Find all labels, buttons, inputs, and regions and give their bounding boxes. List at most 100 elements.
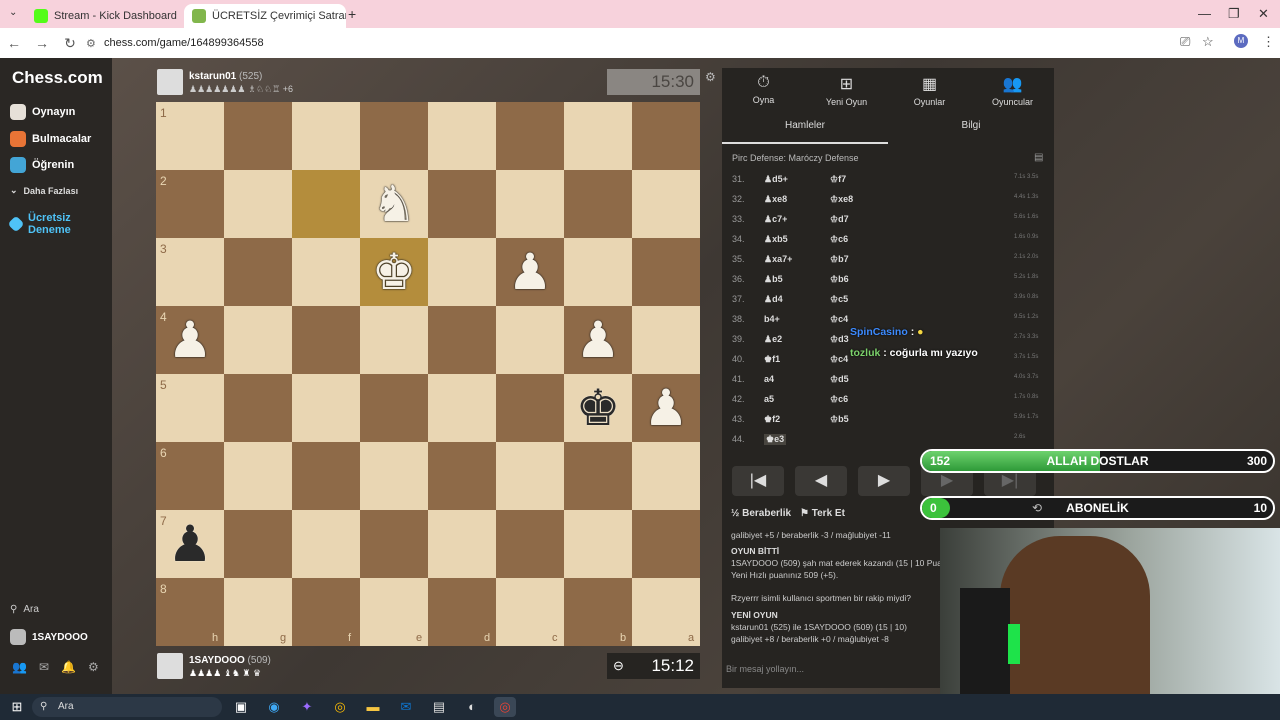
tab-list-icon[interactable]: ⌄ (9, 7, 17, 18)
move-san[interactable]: ♚f1 (764, 354, 780, 365)
board-square[interactable] (564, 102, 632, 170)
sidebar-user[interactable]: 1SAYDOOO (10, 629, 88, 645)
tab-play[interactable]: ⏱ Oyna (722, 74, 805, 105)
profile-avatar[interactable]: M (1234, 34, 1248, 48)
first-move-button[interactable]: |◀ (732, 466, 784, 496)
address-bar[interactable]: ⚙ chess.com/game/164899364558 (80, 33, 1220, 53)
board-square[interactable] (632, 306, 700, 374)
edge-icon[interactable]: ◉ (263, 697, 285, 717)
board-square[interactable] (496, 374, 564, 442)
board-square[interactable] (224, 510, 292, 578)
chess-piece[interactable]: ♟ (156, 510, 224, 578)
task-view-icon[interactable]: ▣ (230, 697, 252, 717)
tab-players[interactable]: 👥 Oyuncular (971, 74, 1054, 107)
move-san[interactable]: ♔c4 (830, 314, 848, 325)
move-san[interactable]: ♔c6 (830, 394, 848, 405)
tab-games[interactable]: ▦ Oyunlar (888, 74, 971, 107)
play-button[interactable]: ▶ (858, 466, 910, 496)
site-info-icon[interactable]: ⚙ (86, 37, 96, 50)
move-san[interactable]: ♔c6 (830, 234, 848, 245)
board-square[interactable] (224, 374, 292, 442)
player-name[interactable]: 1SAYDOOO (189, 655, 245, 666)
file-explorer-icon[interactable]: ▬ (362, 697, 384, 717)
resign-button[interactable]: ⚑ Terk Et (800, 508, 845, 519)
move-san[interactable]: ♟xb5 (764, 234, 788, 245)
board-square[interactable] (564, 170, 632, 238)
board-square[interactable] (632, 102, 700, 170)
board-square[interactable] (564, 510, 632, 578)
board-square[interactable] (360, 374, 428, 442)
move-san[interactable]: ♟c7+ (764, 214, 787, 225)
move-san[interactable]: ♟xe8 (764, 194, 787, 205)
back-icon[interactable]: ← (0, 35, 28, 51)
settings-gear-icon[interactable]: ⚙ (88, 660, 99, 674)
chess-piece[interactable]: ♚ (360, 238, 428, 306)
chess-piece[interactable]: ♟ (496, 238, 564, 306)
board-square[interactable] (360, 102, 428, 170)
board-square[interactable] (292, 238, 360, 306)
board-square[interactable] (292, 170, 360, 238)
board-square[interactable] (428, 306, 496, 374)
board-square[interactable] (496, 102, 564, 170)
notifications-icon[interactable]: 🔔 (61, 660, 76, 674)
minimize-icon[interactable]: — (1198, 6, 1211, 21)
move-san[interactable]: ♔f7 (830, 174, 846, 185)
move-san[interactable]: ♟e2 (764, 334, 782, 345)
move-san[interactable]: ♟b5 (764, 274, 783, 285)
chess-piece[interactable]: ♟ (156, 306, 224, 374)
tab-info[interactable]: Bilgi (888, 120, 1054, 144)
board-square[interactable] (360, 442, 428, 510)
board-square[interactable] (632, 170, 700, 238)
board-square[interactable] (292, 510, 360, 578)
move-san[interactable]: ♟d5+ (764, 174, 788, 185)
bookmark-star-icon[interactable]: ☆ (1202, 34, 1214, 50)
board-square[interactable] (428, 170, 496, 238)
sidebar-search[interactable]: ⚲ Ara (10, 604, 39, 615)
obs-icon[interactable]: ◐ (461, 697, 483, 717)
chess-piece[interactable]: ♟ (564, 306, 632, 374)
move-san[interactable]: ♔b5 (830, 414, 849, 425)
tab-kick-dashboard[interactable]: Stream - Kick Dashboard ✕ (26, 4, 182, 28)
messages-icon[interactable]: ✉ (39, 660, 49, 674)
board-square[interactable] (224, 306, 292, 374)
chess-piece[interactable]: ♚ (564, 374, 632, 442)
restore-icon[interactable]: ❐ (1228, 6, 1240, 22)
sidebar-item-puzzles[interactable]: Bulmacalar (10, 131, 91, 147)
sidebar-item-more[interactable]: ⌄ Daha Fazlası (10, 185, 78, 196)
opening-book-icon[interactable]: ▤ (1034, 152, 1043, 163)
move-san[interactable]: ♔xe8 (830, 194, 853, 205)
move-san[interactable]: b4+ (764, 314, 780, 324)
move-san[interactable]: ♔c4 (830, 354, 848, 365)
chess-logo[interactable]: Chess.com (12, 68, 103, 88)
opponent-avatar[interactable] (157, 69, 183, 95)
board-square[interactable] (496, 170, 564, 238)
board-square[interactable] (496, 306, 564, 374)
board-square[interactable] (428, 238, 496, 306)
board-square[interactable] (632, 442, 700, 510)
windows-start-icon[interactable]: ⊞ (6, 697, 28, 717)
tab-moves[interactable]: Hamleler (722, 120, 888, 144)
move-san[interactable]: a5 (764, 394, 774, 404)
move-san[interactable]: ♔d7 (830, 214, 849, 225)
board-square[interactable] (224, 238, 292, 306)
board-square[interactable] (632, 510, 700, 578)
move-san[interactable]: ♔b7 (830, 254, 849, 265)
sidebar-item-learn[interactable]: Öğrenin (10, 157, 74, 173)
board-square[interactable] (496, 510, 564, 578)
move-san[interactable]: ♔d3 (830, 334, 849, 345)
player-avatar[interactable] (157, 653, 183, 679)
board-settings-gear-icon[interactable]: ⚙ (705, 70, 716, 84)
chess-piece[interactable]: ♟ (632, 374, 700, 442)
board-square[interactable] (564, 442, 632, 510)
board-square[interactable] (292, 374, 360, 442)
sidebar-item-free-trial[interactable]: Ücretsiz Deneme (7, 212, 90, 236)
friends-icon[interactable]: 👥 (12, 660, 27, 674)
chat-message-input[interactable]: Bir mesaj yollayın... (726, 664, 804, 674)
board-square[interactable] (496, 442, 564, 510)
taskbar-search[interactable]: ⚲ Ara (32, 697, 222, 717)
chrome-active-icon[interactable]: ◎ (494, 697, 516, 717)
board-square[interactable] (428, 374, 496, 442)
forward-icon[interactable]: → (28, 35, 56, 51)
chrome-icon[interactable]: ◎ (329, 697, 351, 717)
store-icon[interactable]: ▤ (428, 697, 450, 717)
